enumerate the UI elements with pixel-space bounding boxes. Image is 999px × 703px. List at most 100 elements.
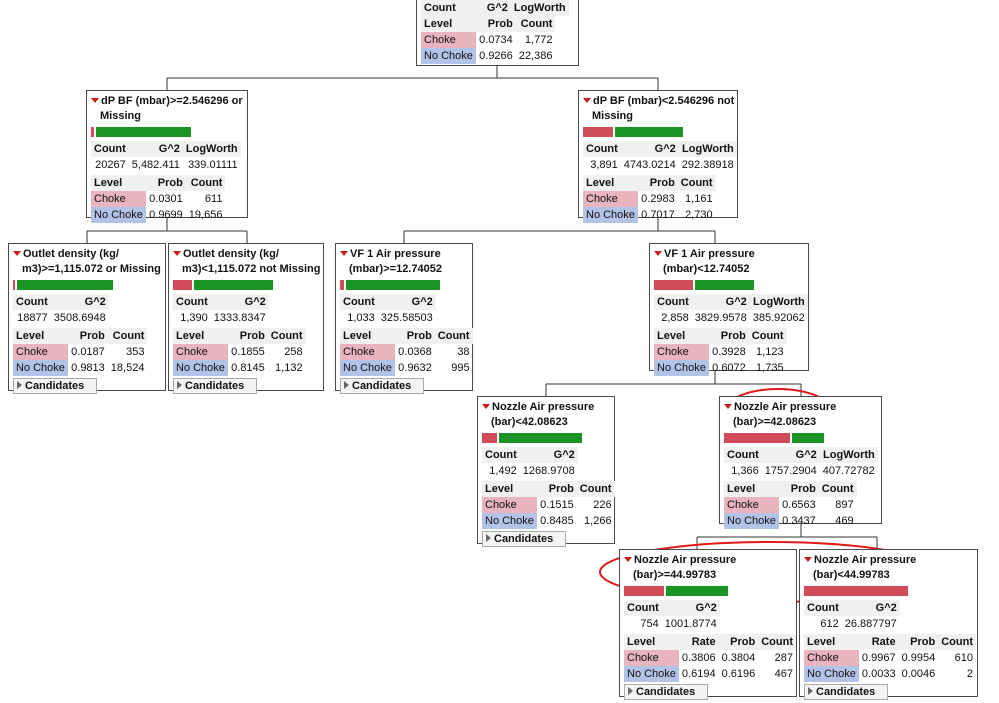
nochoke-level-label: No Choke	[340, 360, 396, 376]
candidates-toggle[interactable]: Candidates	[624, 684, 709, 700]
prob-header: Prob	[68, 328, 108, 344]
node-logworth: 339.01111	[188, 159, 238, 171]
disclosure-triangle-icon[interactable]	[654, 251, 662, 257]
node-vf1-air-low: VF 1 Air pressure (mbar)<12.74052 Count G…	[649, 243, 809, 376]
choke-prob: 0.0187	[71, 346, 105, 358]
root-summary-table: Count G^2 LogWorth	[421, 0, 569, 16]
disclosure-triangle-icon[interactable]	[624, 557, 632, 563]
split-rule-line2: m3)>=1,115.072 or Missing	[22, 263, 161, 275]
count-header: Count	[13, 294, 51, 310]
disclosure-triangle-icon[interactable]	[340, 251, 348, 257]
candidates-label: Candidates	[816, 686, 876, 698]
choke-prob: 0.0368	[398, 346, 432, 358]
disclosure-triangle-icon[interactable]	[583, 98, 591, 104]
choke-rate: 0.3806	[681, 652, 716, 664]
node-g2: 26.887797	[844, 618, 897, 630]
level-header: Level	[173, 328, 229, 344]
node-outlet-density-high: Outlet density (kg/ m3)>=1,115.072 or Mi…	[8, 243, 166, 394]
level-header: Level	[482, 481, 538, 497]
nochoke-level-label: No Choke	[654, 360, 710, 376]
split-stats-table: Count G^2 1,033 325.58503	[340, 294, 436, 326]
node-title[interactable]: Nozzle Air pressure (bar)<44.99783	[804, 553, 974, 583]
node-g2: 5,482.411	[131, 159, 180, 171]
choke-prob: 0.9954	[901, 652, 936, 664]
node-title[interactable]: Outlet density (kg/ m3)>=1,115.072 or Mi…	[13, 247, 162, 277]
count-header: Count	[938, 634, 976, 650]
nochoke-count: 19,656	[188, 209, 223, 221]
split-rule-line1: dP BF (mbar)>=2.546296 or	[101, 95, 243, 107]
split-stats-table: Count G^2 LogWorth 20267 5,482.411 339.01111	[91, 141, 241, 173]
nochoke-prob: 0.0046	[901, 668, 936, 680]
count-header: Count	[173, 294, 211, 310]
nochoke-bar-segment	[695, 280, 754, 290]
choke-bar-segment	[654, 280, 693, 290]
count-header: Count	[804, 600, 842, 616]
node-count: 754	[640, 618, 659, 630]
g2-header: G^2	[377, 294, 436, 310]
candidates-toggle[interactable]: Candidates	[173, 378, 258, 394]
split-rule-line1: VF 1 Air pressure	[350, 248, 441, 260]
choke-level-label: Choke	[13, 344, 69, 360]
node-title[interactable]: Outlet density (kg/ m3)<1,115.072 not Mi…	[173, 247, 320, 277]
class-proportion-bar	[173, 280, 273, 290]
class-proportion-bar	[13, 280, 113, 290]
count-header: Count	[434, 328, 473, 344]
g2-header: G^2	[761, 447, 820, 463]
count-header: Count	[576, 481, 615, 497]
nochoke-prob: 0.9699	[149, 209, 183, 221]
choke-bar-segment	[91, 127, 94, 137]
candidates-toggle[interactable]: Candidates	[13, 378, 98, 394]
count-header: Count	[340, 294, 378, 310]
disclosure-triangle-icon[interactable]	[482, 404, 490, 410]
level-table: Level Prob Count Choke 0.1515 226 No Choke 0.…	[482, 481, 615, 529]
disclosure-triangle-icon[interactable]	[13, 251, 21, 257]
disclosure-triangle-icon[interactable]	[91, 98, 99, 104]
count-header: Count	[724, 447, 762, 463]
nochoke-prob: 0.9266	[479, 50, 513, 62]
split-stats-table: Count G^2 1,390 1333.8347	[173, 294, 269, 326]
expand-arrow-icon	[808, 687, 813, 695]
nochoke-prob: 0.6196	[721, 668, 756, 680]
node-g2: 1268.9708	[522, 465, 575, 477]
choke-prob: 0.6563	[782, 499, 816, 511]
choke-count: 38	[457, 346, 470, 358]
split-rule-line2: (bar)<44.99783	[813, 569, 890, 581]
node-title[interactable]: Nozzle Air pressure (bar)>=42.08623	[724, 400, 878, 430]
choke-count: 1,772	[524, 34, 553, 46]
nochoke-count: 22,386	[518, 50, 553, 62]
node-title[interactable]: VF 1 Air pressure (mbar)<12.74052	[654, 247, 805, 277]
disclosure-triangle-icon[interactable]	[724, 404, 732, 410]
g2-header: G^2	[128, 141, 183, 157]
node-title[interactable]: dP BF (mbar)<2.546296 not Missing	[583, 94, 734, 124]
rate-header: Rate	[858, 634, 899, 650]
nochoke-bar-segment	[615, 127, 683, 137]
choke-prob: 0.0301	[149, 193, 183, 205]
disclosure-triangle-icon[interactable]	[173, 251, 181, 257]
node-g2: 3829.9578	[694, 312, 747, 324]
candidates-toggle[interactable]: Candidates	[340, 378, 425, 394]
choke-prob: 0.1515	[540, 499, 574, 511]
node-count: 1,366	[731, 465, 759, 477]
choke-prob: 0.2983	[641, 193, 675, 205]
expand-arrow-icon	[17, 381, 22, 389]
candidates-toggle[interactable]: Candidates	[804, 684, 889, 700]
prob-header: Prob	[395, 328, 435, 344]
node-title[interactable]: VF 1 Air pressure (mbar)>=12.74052	[340, 247, 469, 277]
g2-header: G^2	[210, 294, 269, 310]
level-header: Level	[340, 328, 396, 344]
node-title[interactable]: Nozzle Air pressure (bar)<42.08623	[482, 400, 611, 430]
node-title[interactable]: Nozzle Air pressure (bar)>=44.99783	[624, 553, 793, 583]
choke-level-label: Choke	[804, 650, 859, 666]
level-header: Level	[654, 328, 710, 344]
level-table: Level Prob Count Choke 0.0301 611 No Choke 0.…	[91, 175, 226, 223]
prob-header: Prob	[638, 175, 678, 191]
nochoke-bar-segment	[17, 280, 113, 290]
node-g2: 4743.0214	[623, 159, 676, 171]
split-rule-line2: (bar)>=42.08623	[733, 416, 817, 428]
node-nozzle-air-low: Nozzle Air pressure (bar)<42.08623 Count…	[477, 396, 615, 547]
choke-level-label: Choke	[624, 650, 679, 666]
disclosure-triangle-icon[interactable]	[804, 557, 812, 563]
candidates-toggle[interactable]: Candidates	[482, 531, 567, 547]
node-title[interactable]: dP BF (mbar)>=2.546296 or Missing	[91, 94, 244, 124]
nochoke-count: 467	[774, 668, 793, 680]
